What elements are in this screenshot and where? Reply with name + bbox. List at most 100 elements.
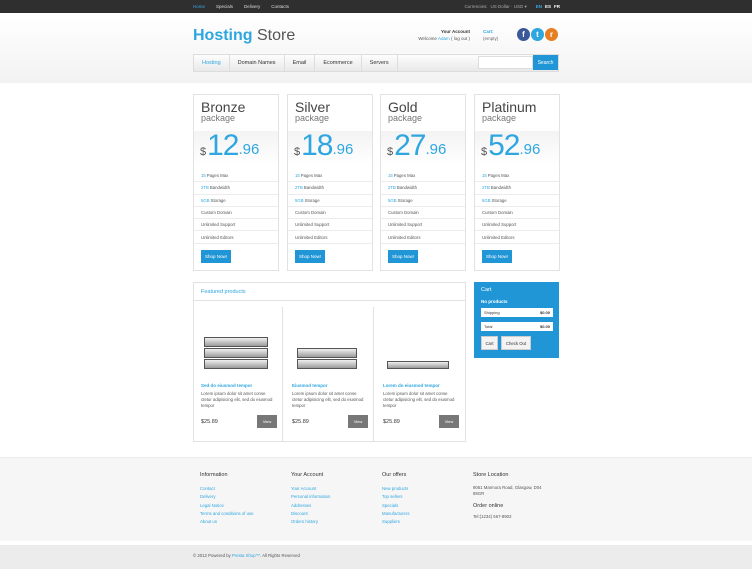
product-price: $25.89: [292, 419, 309, 425]
cart-title[interactable]: Cart: [481, 287, 491, 293]
shop-now-button[interactable]: Shop Now!: [482, 250, 512, 263]
currency-language: Currencies: US Dollar · USD ▾ EN ES FR: [464, 0, 560, 13]
logo[interactable]: Hosting Store: [193, 27, 295, 45]
product-name[interactable]: Eiusmod tempor: [292, 383, 328, 388]
footer-link[interactable]: Top sellers: [382, 493, 467, 501]
footer-link[interactable]: Your Account: [291, 485, 376, 493]
facebook-icon[interactable]: f: [517, 28, 530, 41]
bottom-bar: [0, 545, 752, 569]
footer-link[interactable]: Manufacturers: [382, 510, 467, 518]
footer-link[interactable]: Personal information: [291, 493, 376, 501]
product-image[interactable]: [292, 319, 362, 369]
feature-row: Unlimited Support: [381, 219, 465, 232]
feature-list: 15 Pages Max 2TB Bandwidth 5GB Storage Cust…: [194, 170, 278, 244]
product-desc: Lorem ipsum dolor sit amet conse ctetur …: [383, 391, 455, 408]
top-nav-contacts[interactable]: Contacts: [271, 4, 289, 9]
menu-servers[interactable]: Servers: [362, 55, 398, 71]
view-button[interactable]: View: [348, 415, 368, 428]
search-button[interactable]: Search: [533, 55, 558, 70]
twitter-icon[interactable]: t: [531, 28, 544, 41]
feature-row: Custom Domain: [475, 207, 559, 220]
product-image[interactable]: [383, 319, 453, 369]
price-dec: .96: [332, 141, 354, 158]
lang-en[interactable]: EN: [536, 4, 542, 9]
price-currency: $: [294, 146, 301, 158]
copyright-prefix: © 2012 Powered by: [193, 553, 231, 558]
footer-link[interactable]: Specials: [382, 502, 467, 510]
feature-row: 15 Pages Max: [381, 170, 465, 183]
cart-button[interactable]: Cart: [481, 336, 498, 350]
account-title[interactable]: Your Account: [400, 28, 470, 35]
shop-now-button[interactable]: Shop Now!: [388, 250, 418, 263]
price-dec: .96: [238, 141, 260, 158]
shop-now-button[interactable]: Shop Now!: [201, 250, 231, 263]
package-price: $18.96: [294, 131, 353, 161]
view-button[interactable]: View: [439, 415, 459, 428]
product-card: Eiusmod tempor Lorem ipsum dolor sit ame…: [285, 307, 374, 441]
currency-select[interactable]: US Dollar · USD ▾: [490, 4, 526, 10]
menu-hosting[interactable]: Hosting: [194, 55, 230, 71]
header-cart[interactable]: Cart: (empty): [483, 28, 498, 42]
welcome-text: Welcome: [418, 36, 437, 41]
footer-link[interactable]: Suppliers: [382, 518, 467, 526]
feature-row: Unlimited Support: [194, 219, 278, 232]
view-button[interactable]: View: [257, 415, 277, 428]
footer-link[interactable]: Legal Notice: [200, 502, 285, 510]
footer-offers: Our offers New products Top sellers Spec…: [382, 472, 467, 526]
feature-list: 15 Pages Max 2TB Bandwidth 5GB Storage Cust…: [288, 170, 372, 244]
copyright: © 2012 Powered by Presta Shop™. All Righ…: [193, 553, 300, 558]
account-block: Your Account Welcome Adam ( log out ): [400, 28, 470, 42]
package-sub: package: [295, 113, 330, 123]
package-price: $27.96: [387, 131, 446, 161]
menu-ecommerce[interactable]: Ecommerce: [315, 55, 362, 71]
price-currency: $: [481, 146, 488, 158]
footer-link[interactable]: Addresses: [291, 502, 376, 510]
footer-link[interactable]: New products: [382, 485, 467, 493]
feature-row: Custom Domain: [288, 207, 372, 220]
lang-es[interactable]: ES: [545, 4, 551, 9]
feature-list: 15 Pages Max 2TB Bandwidth 5GB Storage Cust…: [475, 170, 559, 244]
price-currency: $: [387, 146, 394, 158]
feature-row: 15 Pages Max: [288, 170, 372, 183]
top-nav-specials[interactable]: Specials: [216, 4, 233, 9]
package-price: $52.96: [481, 131, 540, 161]
footer-link[interactable]: Discount: [291, 510, 376, 518]
copyright-brand[interactable]: Presta Shop™: [232, 553, 260, 558]
search-input[interactable]: [478, 56, 533, 69]
feature-row: 5GB Storage: [381, 195, 465, 207]
footer-link[interactable]: About us: [200, 518, 285, 526]
social-icons: f t r: [517, 28, 559, 41]
footer-link[interactable]: Orders history: [291, 518, 376, 526]
menu-email[interactable]: Email: [285, 55, 316, 71]
menu-domain-names[interactable]: Domain Names: [230, 55, 285, 71]
feature-row: Unlimited Support: [288, 219, 372, 232]
header-cart-status: (empty): [483, 36, 499, 41]
shop-now-button[interactable]: Shop Now!: [295, 250, 325, 263]
rss-icon[interactable]: r: [545, 28, 558, 41]
checkout-button[interactable]: Check Out: [501, 336, 531, 350]
product-name[interactable]: Lorem do eiusmod tempor: [383, 383, 440, 388]
top-nav-home[interactable]: Home: [193, 4, 205, 9]
package-price: $12.96: [200, 131, 259, 161]
package-platinum: Platinum package $52.96 15 Pages Max 2TB B…: [474, 94, 560, 271]
lang-fr[interactable]: FR: [554, 4, 560, 9]
product-price: $25.89: [201, 419, 218, 425]
footer-link[interactable]: Delivery: [200, 493, 285, 501]
top-nav-delivery[interactable]: Delivery: [244, 4, 260, 9]
feature-row: 2TB Bandwidth: [475, 182, 559, 195]
feature-row: 5GB Storage: [475, 195, 559, 207]
logo-rest: Store: [252, 27, 296, 44]
footer-link[interactable]: Contact: [200, 485, 285, 493]
product-image[interactable]: [201, 319, 271, 369]
feature-row: Unlimited Editors: [381, 231, 465, 244]
logout-link[interactable]: ( log out ): [451, 36, 470, 41]
feature-row: 15 Pages Max: [475, 170, 559, 183]
feature-row: 15 Pages Max: [194, 170, 278, 183]
package-sub: package: [388, 113, 423, 123]
footer-heading: Our offers: [382, 472, 407, 478]
footer-link[interactable]: Terms and conditions of use: [200, 510, 285, 518]
featured-products: Featured products Sed do eiusmod tempor …: [193, 282, 466, 442]
product-name[interactable]: Sed do eiusmod tempor: [201, 383, 252, 388]
feature-row: Custom Domain: [194, 207, 278, 220]
user-name[interactable]: Adam: [438, 36, 450, 41]
